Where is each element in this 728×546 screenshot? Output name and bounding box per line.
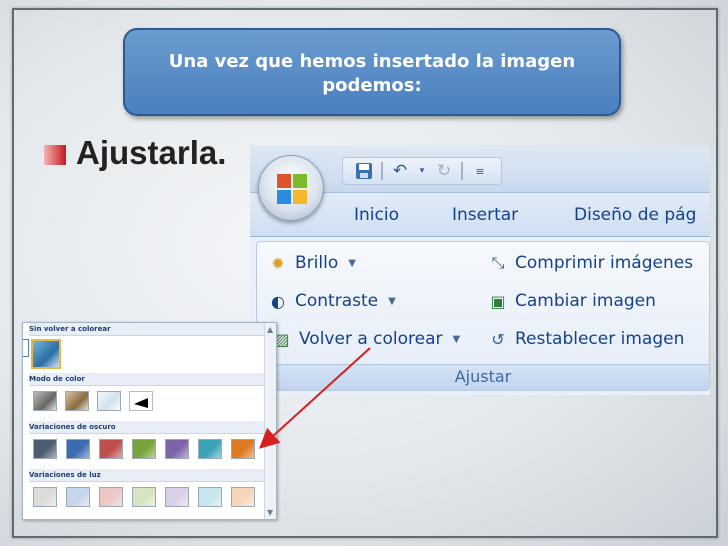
compress-icon: ⤡ <box>491 253 505 272</box>
gallery-edge <box>23 339 29 357</box>
swatch-grayscale[interactable] <box>33 391 57 411</box>
slide: Una vez que hemos insertado la imagen po… <box>0 0 728 546</box>
gallery-scrollbar[interactable]: ▲ ▼ <box>264 323 276 519</box>
undo-icon[interactable]: ↶ <box>387 159 413 183</box>
undo-dropdown-icon[interactable]: ▾ <box>417 159 427 183</box>
comprimir-button[interactable]: ⤡ Comprimir imágenes <box>487 252 693 274</box>
callout-line-2: podemos: <box>322 75 422 96</box>
office-logo-icon <box>277 174 307 204</box>
swatch-black-white[interactable] <box>129 391 153 411</box>
reset-picture-icon: ↺ <box>491 329 505 349</box>
bullet-square-icon <box>44 145 66 165</box>
swatch-dark-variation[interactable] <box>165 439 189 459</box>
swatch-light-variation[interactable] <box>165 487 189 507</box>
contrast-icon: ◐ <box>271 291 285 311</box>
swatch-dark-variation[interactable] <box>198 439 222 459</box>
swatch-light-variation[interactable] <box>231 487 255 507</box>
scroll-up-icon[interactable]: ▲ <box>267 325 273 334</box>
swatch-light-variation[interactable] <box>99 487 123 507</box>
swatch-light-variation[interactable] <box>198 487 222 507</box>
recolor-gallery: Sin volver a colorear Modo de color Vari… <box>22 322 277 520</box>
swatch-light-variation[interactable] <box>132 487 156 507</box>
restablecer-imagen-button[interactable]: ↺ Restablecer imagen <box>487 328 684 350</box>
callout-line-1: Una vez que hemos insertado la imagen <box>168 51 576 72</box>
swatch-dark-variation[interactable] <box>132 439 156 459</box>
volver-colorear-button[interactable]: ▨ Volver a colorear ▼ <box>271 328 460 350</box>
office-button[interactable] <box>258 155 324 221</box>
swatch-dark-variation[interactable] <box>231 439 255 459</box>
group-label: Ajustar <box>257 364 709 390</box>
chevron-down-icon: ▼ <box>452 333 461 345</box>
swatch-original[interactable] <box>31 339 61 369</box>
swatch-light-variation[interactable] <box>33 487 57 507</box>
gallery-header-luz: Variaciones de luz <box>29 471 101 479</box>
volver-label: Volver a colorear <box>299 329 443 349</box>
comprimir-label: Comprimir imágenes <box>515 253 694 273</box>
cambiar-label: Cambiar imagen <box>515 291 656 311</box>
redo-icon[interactable]: ↻ <box>431 159 457 183</box>
office-ribbon: ↶ ▾ ↻ ≡ Inicio Insertar Diseño de pág ✹ <box>250 145 710 395</box>
qat-separator <box>461 162 463 180</box>
save-icon[interactable] <box>351 159 377 183</box>
tab-diseno[interactable]: Diseño de pág <box>574 205 696 225</box>
gallery-header-sin-volver: Sin volver a colorear <box>29 325 111 333</box>
cambiar-imagen-button[interactable]: ▣ Cambiar imagen <box>487 290 656 312</box>
brillo-label: Brillo <box>295 253 339 273</box>
ajustar-group: ✹ Brillo ▼ ◐ Contraste ▼ ▨ Volver a colo… <box>256 241 710 391</box>
bullet-text: Ajustarla. <box>76 134 227 171</box>
chevron-down-icon: ▼ <box>388 295 396 307</box>
contraste-label: Contraste <box>295 291 379 311</box>
callout-box: Una vez que hemos insertado la imagen po… <box>123 28 621 116</box>
tab-insertar[interactable]: Insertar <box>452 205 518 225</box>
swatch-dark-variation[interactable] <box>33 439 57 459</box>
customize-qat-icon[interactable]: ≡ <box>467 159 493 183</box>
change-picture-icon: ▣ <box>490 291 506 311</box>
gallery-header-oscuro: Variaciones de oscuro <box>29 423 116 431</box>
scroll-down-icon[interactable]: ▼ <box>267 508 273 517</box>
qat-separator <box>381 162 383 180</box>
swatch-sepia[interactable] <box>65 391 89 411</box>
sun-icon: ✹ <box>271 253 285 273</box>
swatch-washout[interactable] <box>97 391 121 411</box>
contraste-button[interactable]: ◐ Contraste ▼ <box>267 290 396 312</box>
restablecer-label: Restablecer imagen <box>515 329 685 349</box>
swatch-dark-variation[interactable] <box>99 439 123 459</box>
swatch-light-variation[interactable] <box>66 487 90 507</box>
swatch-dark-variation[interactable] <box>66 439 90 459</box>
chevron-down-icon: ▼ <box>348 257 356 269</box>
brillo-button[interactable]: ✹ Brillo ▼ <box>267 252 356 274</box>
gallery-header-modo-color: Modo de color <box>29 375 85 383</box>
qat-icons: ↶ ▾ ↻ ≡ <box>342 157 502 185</box>
tab-inicio[interactable]: Inicio <box>354 205 399 225</box>
